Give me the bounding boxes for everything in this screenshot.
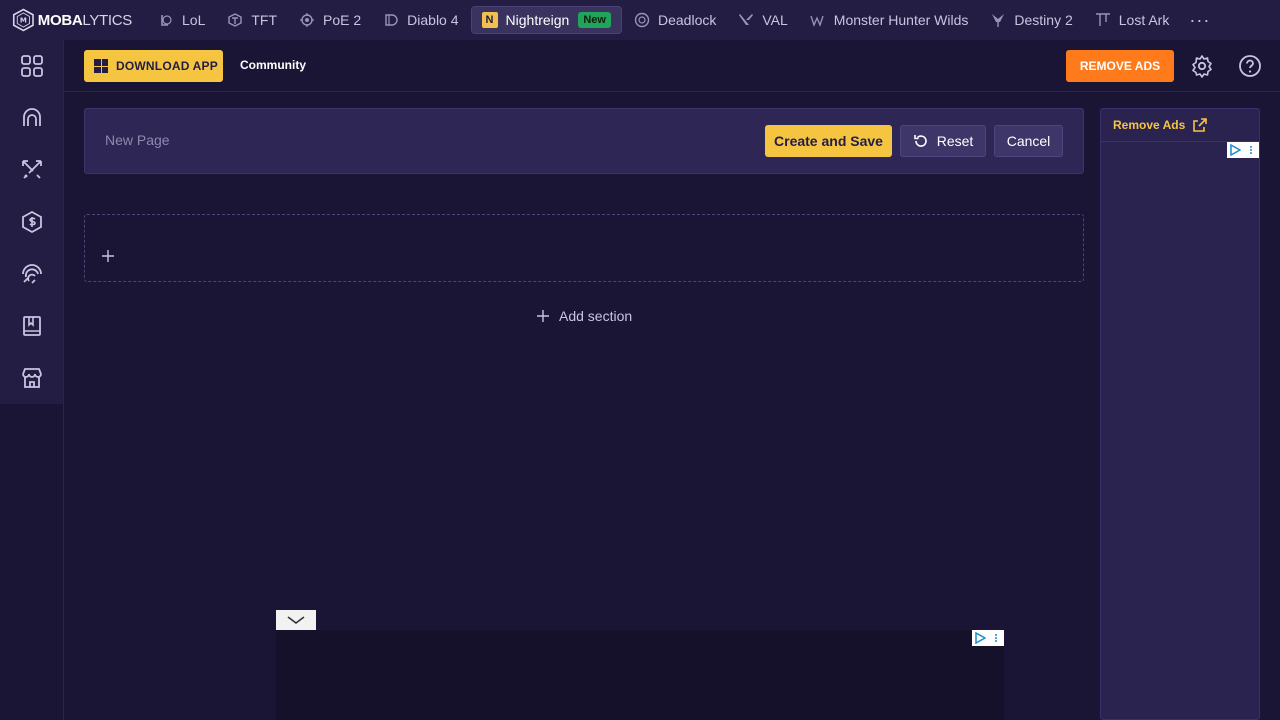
tab-label: Lost Ark [1118, 12, 1170, 28]
top-nav: M MOBALYTICS LoL TFT PoE 2 Diablo 4 N Ni… [0, 0, 1280, 40]
shield-dollar-icon[interactable] [20, 210, 44, 234]
community-link[interactable]: Community [240, 58, 306, 72]
add-section-label: Add section [559, 308, 633, 324]
page-title-bar: Create and Save Reset Cancel [84, 108, 1084, 174]
tab-poe2[interactable]: PoE 2 [289, 6, 371, 34]
mobalytics-logo-icon: M [12, 8, 34, 32]
play-icon [972, 630, 988, 646]
deadlock-icon [634, 12, 650, 28]
store-icon[interactable] [20, 366, 44, 390]
left-rail-empty [0, 404, 64, 720]
nightreign-icon: N [481, 12, 498, 28]
tab-diablo4[interactable]: Diablo 4 [373, 6, 468, 34]
tab-label: TFT [251, 12, 278, 28]
reset-label: Reset [936, 133, 974, 149]
tft-icon [227, 12, 243, 28]
tab-tft[interactable]: TFT [217, 6, 287, 34]
tab-label: Monster Hunter Wilds [833, 12, 969, 28]
tab-lol[interactable]: LoL [148, 6, 215, 34]
sub-header: DOWNLOAD APP Community REMOVE ADS [64, 40, 1280, 92]
tab-label: VAL [762, 12, 788, 28]
poe2-icon [299, 12, 315, 28]
windows-icon [94, 59, 108, 73]
tab-label: Deadlock [657, 12, 717, 28]
more-games-button[interactable]: ··· [1189, 10, 1210, 31]
remove-ads-link-label: Remove Ads [1113, 118, 1186, 132]
remove-ads-link[interactable]: Remove Ads [1101, 109, 1259, 142]
tab-nightreign[interactable]: N Nightreign New [470, 6, 622, 34]
game-tabs: LoL TFT PoE 2 Diablo 4 N Nightreign New [148, 6, 1210, 34]
swords-icon[interactable] [20, 158, 44, 182]
tab-destiny2[interactable]: Destiny 2 [980, 6, 1082, 34]
fingerprint-icon[interactable] [20, 262, 44, 286]
logo-text: MOBALYTICS [37, 11, 133, 29]
tab-label: PoE 2 [323, 12, 362, 28]
play-icon [1227, 142, 1243, 158]
reset-button[interactable]: Reset [900, 125, 986, 157]
tab-valorant[interactable]: VAL [728, 6, 797, 34]
lol-icon [158, 12, 174, 28]
side-ad-panel: Remove Ads [1100, 108, 1260, 720]
add-block-icon[interactable] [101, 249, 115, 263]
bottom-ad-banner [276, 630, 1004, 720]
valorant-icon [738, 12, 754, 28]
tab-label: Diablo 4 [407, 12, 459, 28]
kebab-icon [1243, 142, 1259, 158]
external-link-icon [1193, 118, 1208, 132]
tab-deadlock[interactable]: Deadlock [624, 6, 726, 34]
download-app-label: DOWNLOAD APP [116, 59, 218, 73]
download-app-button[interactable]: DOWNLOAD APP [84, 50, 223, 82]
mobalytics-logo[interactable]: M MOBALYTICS [12, 0, 132, 40]
tab-lost-ark[interactable]: Lost Ark [1085, 6, 1180, 34]
tab-label: Nightreign [505, 12, 570, 28]
diablo4-icon [383, 12, 399, 28]
empty-section [84, 214, 1084, 282]
create-and-save-button[interactable]: Create and Save [765, 125, 892, 157]
collapse-ad-button[interactable] [276, 610, 316, 630]
page-title-input[interactable] [105, 132, 605, 148]
gear-icon[interactable] [1190, 54, 1214, 78]
cancel-button[interactable]: Cancel [994, 125, 1063, 157]
grid-icon[interactable] [20, 54, 44, 78]
adchoices-icon[interactable] [1227, 142, 1259, 158]
adchoices-icon[interactable] [972, 630, 1004, 646]
destiny2-icon [990, 12, 1006, 28]
add-section-button[interactable]: Add section [536, 308, 632, 324]
tab-label: LoL [182, 12, 206, 28]
chevron-down-icon [287, 616, 305, 624]
lost-ark-icon [1095, 12, 1111, 28]
kebab-icon [988, 630, 1004, 646]
reset-icon [913, 135, 927, 147]
help-icon[interactable] [1238, 54, 1262, 78]
left-rail [0, 40, 64, 404]
book-icon[interactable] [20, 314, 44, 338]
remove-ads-button[interactable]: REMOVE ADS [1066, 50, 1174, 82]
new-badge: New [578, 12, 611, 28]
tab-label: Destiny 2 [1014, 12, 1073, 28]
svg-text:M: M [20, 17, 27, 25]
plus-icon [537, 310, 549, 322]
helmet-icon[interactable] [20, 106, 44, 130]
tab-monster-hunter-wilds[interactable]: Monster Hunter Wilds [800, 6, 979, 34]
monster-hunter-icon [810, 12, 826, 28]
